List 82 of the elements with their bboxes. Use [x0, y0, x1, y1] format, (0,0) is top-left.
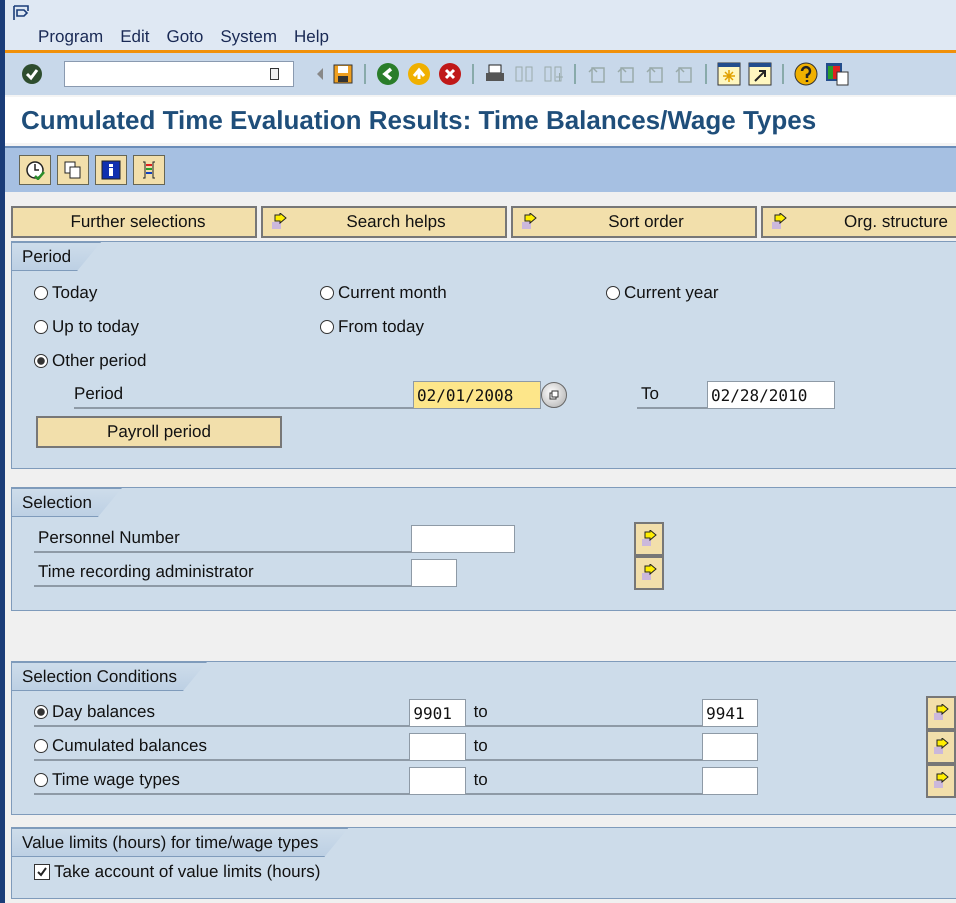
multiple-selection-button[interactable] — [926, 730, 956, 764]
option-label: Today — [52, 283, 98, 303]
screen-title: Cumulated Time Evaluation Results: Time Balances/Wage Types — [21, 104, 816, 136]
tab-button[interactable]: Further selections — [11, 206, 257, 238]
multiple-selection-button[interactable] — [541, 382, 567, 408]
option-label: Other period — [52, 351, 146, 371]
dropdown-icon[interactable] — [270, 68, 279, 80]
menu-item[interactable]: Edit — [120, 27, 150, 47]
radio-button[interactable] — [320, 320, 334, 334]
info-icon — [101, 160, 121, 180]
group-title: Period — [12, 242, 102, 271]
group-title: Selection Conditions — [12, 662, 207, 691]
execute-button[interactable] — [19, 155, 51, 185]
menu-item[interactable]: Goto — [166, 27, 204, 47]
option-label: Current month — [338, 283, 447, 303]
arrow-icon — [641, 530, 657, 548]
arrow-icon — [271, 213, 287, 231]
option-label: From today — [338, 317, 424, 337]
tab-button[interactable]: Org. structure — [761, 206, 956, 238]
multiple-selection-button[interactable] — [926, 696, 956, 730]
variants-button[interactable] — [57, 155, 89, 185]
input-field[interactable] — [411, 559, 457, 587]
back-icon[interactable] — [376, 62, 400, 86]
date-field[interactable]: 02/01/2008 — [413, 381, 541, 409]
radio-button[interactable] — [606, 286, 620, 300]
date-field[interactable]: 02/28/2010 — [707, 381, 835, 409]
info-button[interactable] — [95, 155, 127, 185]
input-field[interactable] — [409, 767, 466, 795]
menu-item[interactable]: System — [220, 27, 278, 47]
field-label: Time recording administrator — [34, 559, 411, 587]
arrow-icon — [521, 213, 537, 231]
option-label: Current year — [624, 283, 718, 303]
layout-icon[interactable] — [825, 62, 849, 86]
input-field[interactable] — [411, 525, 515, 553]
arrow-icon — [933, 738, 950, 756]
radio-button[interactable] — [34, 705, 48, 719]
input-field[interactable] — [702, 767, 758, 795]
arrow-icon — [933, 704, 950, 722]
arrow-icon — [771, 213, 787, 231]
radio-button[interactable] — [34, 354, 48, 368]
menu-item[interactable]: Program — [38, 27, 104, 47]
radio-button[interactable] — [34, 773, 48, 787]
group-title: Selection — [12, 488, 122, 517]
option-label: Time wage types — [52, 770, 180, 790]
tab-button[interactable]: Sort order — [511, 206, 757, 238]
radio-button[interactable] — [34, 286, 48, 300]
help-icon[interactable] — [794, 62, 818, 86]
radio-button[interactable] — [34, 320, 48, 334]
multiple-selection-button[interactable] — [634, 556, 664, 590]
input-field[interactable] — [702, 733, 758, 761]
arrow-icon — [933, 772, 950, 790]
option-label: Up to today — [52, 317, 139, 337]
group-title: Value limits (hours) for time/wage types — [12, 828, 348, 857]
shortcut-icon[interactable] — [748, 62, 772, 86]
option-label: Cumulated balances — [52, 736, 207, 756]
window-menu-icon[interactable] — [13, 5, 31, 21]
payroll-period-button[interactable]: Payroll period — [36, 416, 282, 448]
cancel-icon[interactable] — [438, 62, 462, 86]
command-field[interactable] — [64, 61, 294, 87]
menu-item[interactable]: Help — [294, 27, 329, 47]
checkbox[interactable] — [34, 864, 50, 880]
check-icon — [36, 866, 48, 878]
windows-icon — [549, 390, 559, 400]
multiple-selection-button[interactable] — [634, 522, 664, 556]
option-label: Day balances — [52, 702, 156, 722]
radio-button[interactable] — [34, 739, 48, 753]
copy-icon — [63, 160, 83, 180]
clock-icon — [25, 160, 45, 180]
selection-options-button[interactable] — [133, 155, 165, 185]
input-field[interactable] — [409, 733, 466, 761]
input-field[interactable]: 9941 — [702, 699, 758, 727]
new-session-icon[interactable] — [717, 62, 741, 86]
radio-button[interactable] — [320, 286, 334, 300]
field-label: Personnel Number — [34, 525, 411, 553]
tab-button[interactable]: Search helps — [261, 206, 507, 238]
checkbox-label: Take account of value limits (hours) — [54, 862, 320, 882]
checkmark-icon[interactable] — [21, 63, 43, 85]
multiple-selection-button[interactable] — [926, 764, 956, 798]
field-label: Period — [74, 381, 413, 409]
arrow-icon — [641, 564, 657, 582]
save-icon[interactable] — [332, 63, 354, 85]
input-field[interactable]: 9901 — [409, 699, 466, 727]
